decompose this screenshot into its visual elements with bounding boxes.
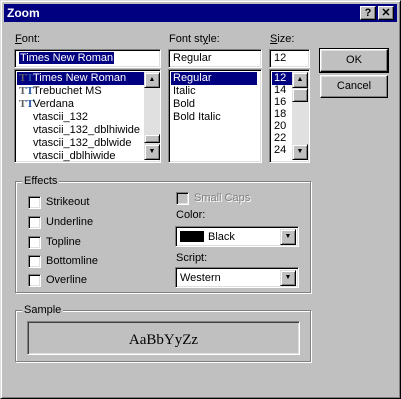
window-title: Zoom — [7, 6, 40, 20]
font-item-label: vtascii_132 — [33, 111, 89, 123]
font-item-label: Times New Roman — [33, 72, 127, 84]
font-item-label: Trebuchet MS — [33, 85, 102, 97]
style-item-label: Regular — [173, 72, 212, 84]
script-select[interactable]: Western ▼ — [175, 267, 299, 288]
script-select-value: Western — [180, 272, 221, 284]
size-list[interactable]: 12 14 16 18 20 22 24 ▲ ▼ — [269, 69, 310, 163]
size-list-scroll-thumb[interactable] — [292, 88, 308, 102]
list-item[interactable]: Bold — [171, 98, 257, 111]
small-caps-checkbox[interactable] — [176, 192, 189, 205]
size-item-label: 20 — [274, 120, 287, 132]
overline-checkbox[interactable] — [28, 274, 41, 287]
size-item-label: 24 — [274, 144, 287, 156]
effects-title: Effects — [22, 175, 60, 187]
chevron-down-icon[interactable]: ▼ — [280, 229, 296, 245]
cancel-button[interactable]: Cancel — [320, 75, 388, 98]
zoom-dialog: Zoom ? ✕ Font: Times New Roman TTTimes N… — [0, 0, 401, 399]
sample-title: Sample — [22, 304, 64, 316]
color-select-value: Black — [208, 231, 235, 243]
topline-checkbox[interactable] — [28, 236, 41, 249]
script-label: Script: — [176, 252, 208, 264]
list-item[interactable]: Bold Italic — [171, 111, 257, 124]
font-style-label: Font style: — [169, 33, 220, 45]
font-item-label: Verdana — [33, 98, 74, 110]
list-item[interactable]: vtascii_132_dblhiwide — [17, 124, 144, 137]
size-item-label: 16 — [274, 96, 287, 108]
style-item-label: Bold — [173, 98, 196, 110]
truetype-icon: TT — [19, 72, 34, 84]
font-list-scroll-thumb[interactable] — [144, 134, 160, 143]
color-select[interactable]: Black ▼ — [175, 226, 299, 247]
font-list[interactable]: TTTimes New Roman TTTrebuchet MS TTVerdana… — [14, 69, 161, 163]
underline-checkbox[interactable] — [28, 216, 41, 229]
list-item[interactable]: TTVerdana — [17, 98, 144, 111]
font-item-label: vtascii_132_dblwide — [33, 137, 132, 149]
list-item[interactable]: TTTimes New Roman — [17, 72, 144, 85]
scroll-down-arrow-icon[interactable]: ▼ — [144, 144, 160, 160]
list-item[interactable]: TTTrebuchet MS — [17, 85, 144, 98]
overline-label[interactable]: Overline — [46, 274, 87, 286]
color-label: Color: — [176, 209, 206, 221]
sample-group: Sample AaBbYyZz — [15, 304, 311, 362]
list-item[interactable]: Regular — [171, 72, 257, 85]
sample-text: AaBbYyZz — [128, 332, 199, 348]
font-style-list[interactable]: Regular Italic Bold Bold Italic — [168, 69, 262, 163]
color-swatch — [180, 231, 204, 242]
bottomline-checkbox[interactable] — [28, 255, 41, 268]
font-input[interactable]: Times New Roman — [14, 49, 161, 68]
style-item-label: Bold Italic — [173, 111, 221, 123]
title-bar[interactable]: Zoom ? ✕ — [4, 4, 397, 22]
strikeout-label[interactable]: Strikeout — [46, 196, 89, 208]
small-caps-label: Small Caps — [194, 192, 251, 204]
font-style-input-value: Regular — [173, 52, 212, 64]
strikeout-checkbox[interactable] — [28, 196, 41, 209]
size-item-label: 14 — [274, 84, 287, 96]
scroll-up-arrow-icon[interactable]: ▲ — [292, 72, 308, 88]
effects-group: Effects Strikeout Underline Topline Bott… — [15, 175, 311, 293]
truetype-icon: TT — [19, 85, 34, 97]
ok-button[interactable]: OK — [319, 48, 389, 73]
chevron-down-icon[interactable]: ▼ — [280, 270, 296, 286]
scroll-up-arrow-icon[interactable]: ▲ — [144, 72, 160, 88]
size-input[interactable]: 12 — [269, 49, 310, 68]
size-input-value: 12 — [274, 52, 287, 64]
font-label-rest: ont: — [21, 33, 41, 45]
size-list-scrollbar[interactable]: ▲ ▼ — [292, 72, 308, 160]
topline-label[interactable]: Topline — [46, 236, 81, 248]
font-style-input[interactable]: Regular — [168, 49, 262, 68]
list-item[interactable]: vtascii_132 — [17, 111, 144, 124]
bottomline-label[interactable]: Bottomline — [46, 255, 98, 267]
font-item-label: vtascii_132_dblhiwide — [33, 124, 141, 136]
font-input-value: Times New Roman — [19, 52, 115, 64]
underline-label[interactable]: Underline — [46, 216, 93, 228]
size-item-label: 22 — [274, 132, 287, 144]
font-item-label: vtascii_dblhiwide — [33, 150, 116, 162]
font-list-scrollbar[interactable]: ▲ ▼ — [144, 72, 160, 160]
list-item[interactable]: Italic — [171, 85, 257, 98]
size-item-label: 12 — [274, 72, 287, 84]
sample-preview: AaBbYyZz — [27, 321, 300, 355]
close-button[interactable]: ✕ — [378, 6, 394, 20]
list-item[interactable]: vtascii_132_dblwide — [17, 137, 144, 150]
font-label: Font: — [15, 33, 41, 45]
truetype-icon: TT — [19, 98, 34, 110]
list-item[interactable]: 24 — [272, 144, 292, 157]
help-button[interactable]: ? — [360, 6, 376, 20]
list-item[interactable]: vtascii_dblhiwide — [17, 150, 144, 163]
size-label: Size: — [270, 33, 295, 45]
size-item-label: 18 — [274, 108, 287, 120]
scroll-down-arrow-icon[interactable]: ▼ — [292, 144, 308, 160]
style-item-label: Italic — [173, 85, 196, 97]
